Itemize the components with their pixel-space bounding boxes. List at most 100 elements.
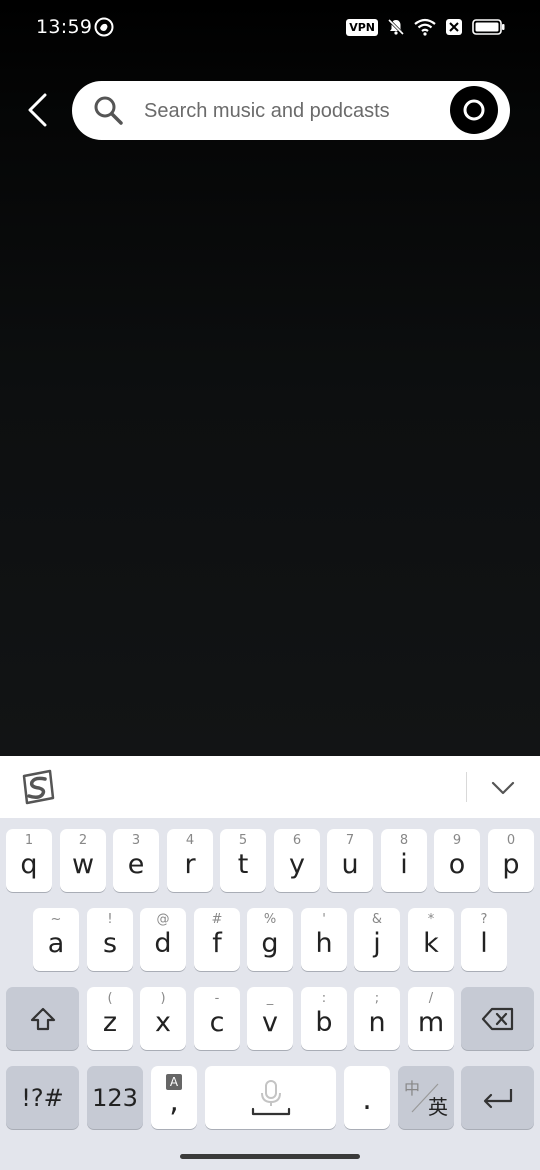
key-label: z — [102, 1007, 118, 1038]
key-g[interactable]: % g — [247, 908, 293, 971]
symbols-key-label: !?# — [21, 1083, 64, 1112]
key-z[interactable]: (z — [87, 987, 133, 1050]
key-i[interactable]: 8i — [381, 829, 427, 892]
enter-icon — [483, 1088, 512, 1108]
key-k[interactable]: * k — [408, 908, 454, 971]
key-j[interactable]: & j — [354, 908, 400, 971]
toolbar-divider — [466, 772, 467, 802]
key-label: x — [155, 1007, 171, 1038]
key-label: v — [262, 1007, 278, 1038]
key-label: c — [209, 1007, 225, 1038]
backspace-key[interactable] — [461, 987, 534, 1050]
key-hint: & — [371, 912, 383, 927]
key-hint: 0 — [506, 833, 516, 848]
language-key-bottom: 英 — [428, 1095, 448, 1119]
key-f[interactable]: # f — [194, 908, 240, 971]
search-bar[interactable] — [72, 81, 510, 140]
key-hint: - — [214, 991, 220, 1006]
voice-assistant-button[interactable] — [450, 86, 498, 134]
key-n[interactable]: ; n — [354, 987, 400, 1050]
keyboard-toolbar — [0, 756, 540, 818]
key-r[interactable]: 4r — [167, 829, 213, 892]
key-x[interactable]: ) x — [140, 987, 186, 1050]
key-s[interactable]: ! s — [87, 908, 133, 971]
space-key[interactable] — [205, 1066, 336, 1129]
key-m[interactable]: / m — [408, 987, 454, 1050]
key-hint: # — [211, 912, 223, 927]
keyboard-collapse-button[interactable] — [486, 774, 520, 802]
key-h[interactable]: ' h — [301, 908, 347, 971]
back-button[interactable] — [20, 90, 54, 130]
key-label: s — [102, 928, 118, 959]
key-label: y — [289, 849, 305, 880]
key-hint: @ — [156, 912, 170, 927]
key-label: h — [315, 928, 333, 959]
key-hint: ' — [322, 912, 326, 927]
microphone-icon — [251, 1079, 290, 1115]
key-l[interactable]: ? l — [461, 908, 507, 971]
mute-bell-icon — [387, 18, 405, 36]
key-label: t — [237, 849, 249, 880]
key-c[interactable]: -c — [194, 987, 240, 1050]
key-label: n — [368, 1007, 386, 1038]
key-u[interactable]: 7u — [327, 829, 373, 892]
key-label: e — [127, 849, 145, 880]
key-hint: ; — [374, 991, 380, 1006]
app-notification-icon — [94, 17, 114, 37]
battery-icon — [472, 18, 506, 36]
backspace-icon — [481, 1007, 513, 1030]
key-hint: * — [427, 912, 435, 927]
numbers-key[interactable]: 123 — [87, 1066, 143, 1129]
key-b[interactable]: :b — [301, 987, 347, 1050]
key-e[interactable]: 3e — [113, 829, 159, 892]
key-hint: 7 — [345, 833, 355, 848]
key-p[interactable]: 0p — [488, 829, 534, 892]
key-hint: ) — [160, 991, 166, 1006]
key-hint: 9 — [452, 833, 462, 848]
comma-key[interactable]: A , — [151, 1066, 197, 1129]
key-hint: _ — [266, 991, 274, 1006]
enter-key[interactable] — [461, 1066, 534, 1129]
key-hint: 3 — [131, 833, 141, 848]
status-icons: VPN — [346, 17, 506, 37]
symbols-key[interactable]: !?# — [6, 1066, 79, 1129]
period-key-label: . — [362, 1082, 372, 1117]
key-label: u — [341, 849, 359, 880]
comma-key-badge: A — [166, 1074, 182, 1090]
key-label: a — [47, 928, 65, 959]
key-o[interactable]: 9o — [434, 829, 480, 892]
key-label: p — [502, 849, 520, 880]
home-indicator[interactable] — [180, 1154, 360, 1159]
key-y[interactable]: 6y — [274, 829, 320, 892]
key-hint: ? — [480, 912, 488, 927]
key-hint: 6 — [292, 833, 302, 848]
key-label: l — [480, 928, 488, 959]
sim-off-icon — [445, 18, 463, 36]
key-hint: / — [428, 991, 434, 1006]
key-hint: : — [321, 991, 327, 1006]
key-label: r — [184, 849, 196, 880]
key-hint: 1 — [24, 833, 34, 848]
key-label: m — [417, 1007, 445, 1038]
key-t[interactable]: 5t — [220, 829, 266, 892]
sogou-logo-icon[interactable] — [18, 768, 58, 808]
key-q[interactable]: 1q — [6, 829, 52, 892]
key-d[interactable]: @ d — [140, 908, 186, 971]
shift-icon — [30, 1007, 55, 1030]
key-hint: 4 — [185, 833, 195, 848]
key-a[interactable]: ~ a — [33, 908, 79, 971]
key-label: j — [373, 928, 381, 959]
shift-key[interactable] — [6, 987, 79, 1050]
back-arrow-icon — [28, 93, 47, 127]
key-label: k — [423, 928, 439, 959]
vpn-badge: VPN — [346, 18, 378, 36]
key-w[interactable]: 2w — [60, 829, 106, 892]
key-hint: 2 — [78, 833, 88, 848]
language-switch-key[interactable]: 中 英 — [398, 1066, 454, 1129]
key-label: d — [154, 928, 172, 959]
key-v[interactable]: _ v — [247, 987, 293, 1050]
period-key[interactable]: . — [344, 1066, 390, 1129]
search-input[interactable] — [144, 93, 444, 129]
soft-keyboard: 1q 2w 3e 4r 5t 6y 7u 8i 9o 0p ~ a ! s @ d #… — [0, 756, 540, 1170]
status-time: 13:59 — [36, 16, 93, 38]
